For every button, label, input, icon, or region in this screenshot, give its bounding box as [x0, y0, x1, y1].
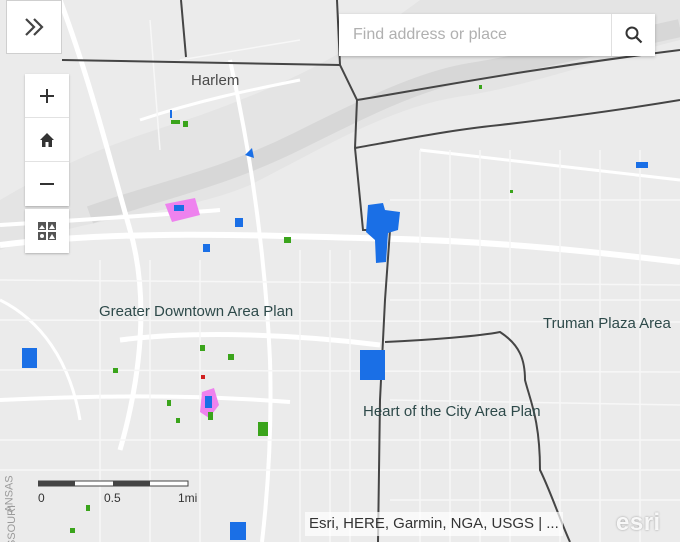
area-label-heart-of-city: Heart of the City Area Plan: [363, 403, 541, 420]
zoom-in-button[interactable]: [25, 74, 69, 118]
zoom-controls: [25, 74, 69, 206]
minus-icon: [40, 183, 54, 185]
search-widget: [339, 14, 655, 56]
scale-label-0: 0: [38, 491, 45, 505]
parcel-green: [176, 418, 180, 423]
parcel-green: [258, 422, 268, 436]
plus-icon: [40, 88, 54, 103]
parcel-blue: [22, 348, 37, 368]
basemap-gallery-icon: [38, 222, 56, 240]
parcel-green: [208, 412, 213, 420]
parcel-blue: [235, 218, 243, 227]
basemap-gallery-button[interactable]: [25, 209, 69, 253]
attribution[interactable]: Esri, HERE, Garmin, NGA, USGS | ...: [305, 512, 563, 536]
parcel-blue: [170, 110, 172, 118]
place-label-harlem: Harlem: [191, 72, 240, 89]
search-input[interactable]: [339, 15, 635, 55]
parcel-blue: [360, 350, 385, 380]
basemap[interactable]: [0, 0, 680, 542]
home-button[interactable]: [25, 118, 69, 162]
parcel-green: [479, 85, 482, 89]
search-icon: [625, 26, 642, 44]
parcel-blue: [205, 396, 212, 408]
scale-bar-ruler: [38, 480, 189, 487]
parcel-green: [284, 237, 291, 243]
zoom-out-button[interactable]: [25, 162, 69, 206]
scale-bar: 0 0.5 1mi: [38, 480, 198, 506]
double-chevron-right-icon: [25, 18, 44, 36]
parcel-green: [510, 190, 513, 193]
expand-panel-button[interactable]: [6, 0, 62, 54]
parcel-green: [113, 368, 118, 373]
state-label-missouri: SSOURI: [6, 504, 19, 542]
search-button[interactable]: [611, 14, 655, 56]
parcel-blue: [203, 244, 210, 252]
parcel-green: [167, 400, 171, 406]
esri-logo[interactable]: esri: [616, 509, 661, 537]
parcel-blue: [636, 162, 648, 168]
scale-label-half: 0.5: [104, 491, 121, 505]
map-view[interactable]: Harlem Greater Downtown Area Plan Truman…: [0, 0, 680, 542]
parcel-green: [171, 120, 180, 124]
area-label-greater-downtown: Greater Downtown Area Plan: [99, 303, 294, 320]
parcel-green: [70, 528, 75, 533]
parcel-green: [183, 121, 188, 127]
scale-label-1mi: 1mi: [178, 491, 198, 505]
parcel-blue: [174, 205, 184, 211]
parcel-green: [228, 354, 234, 360]
area-label-truman-plaza: Truman Plaza Area: [543, 315, 671, 332]
parcel-green: [200, 345, 205, 351]
home-icon: [40, 132, 54, 147]
parcel-red: [201, 375, 205, 379]
parcel-blue: [230, 522, 246, 540]
